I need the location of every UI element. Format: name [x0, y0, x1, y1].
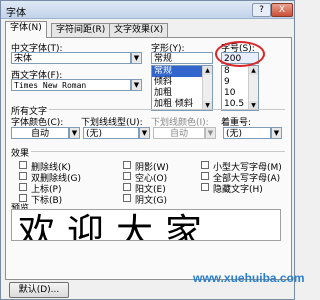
effects-heading: 效果 — [11, 149, 30, 159]
close-button[interactable]: X — [271, 3, 293, 17]
hidden-checkbox[interactable] — [201, 183, 209, 191]
help-button[interactable]: ? — [252, 3, 271, 17]
style-list[interactable]: 常规 倾斜 加粗 加粗 倾斜 ▲ ▼ — [151, 65, 213, 111]
shadow-checkbox[interactable] — [123, 161, 131, 169]
preview-text: 欢迎大家 — [18, 211, 214, 241]
chevron-down-icon[interactable]: ▼ — [131, 52, 142, 64]
style-field[interactable]: 常规 — [151, 52, 213, 64]
divider — [49, 109, 285, 110]
font-color-field[interactable]: 自动 — [11, 127, 69, 139]
preview-box: 欢迎大家 — [11, 209, 281, 241]
divider — [31, 151, 285, 152]
engrave-label: 阴文(G) — [135, 196, 167, 206]
superscript-checkbox[interactable] — [19, 183, 27, 191]
underline-style-field[interactable]: (无) — [83, 127, 139, 139]
underline-color-field: 自动 — [153, 127, 205, 139]
dialog-title: 字体 — [6, 8, 26, 19]
chevron-down-icon[interactable]: ▼ — [271, 127, 282, 139]
small-caps-checkbox[interactable] — [201, 161, 209, 169]
strikethrough-checkbox[interactable] — [19, 161, 27, 169]
chevron-down-icon[interactable]: ▼ — [131, 79, 142, 91]
outline-checkbox[interactable] — [123, 172, 131, 180]
emphasis-field[interactable]: (无) — [223, 127, 271, 139]
scroll-up-icon[interactable]: ▲ — [203, 66, 212, 75]
font-dialog: 字体 ? X 字体(N) 字符间距(R) 文字效果(X) 中文字体(T): 宋体… — [0, 0, 305, 300]
chinese-font-field[interactable]: 宋体 — [11, 52, 131, 64]
chevron-down-icon: ▼ — [205, 127, 216, 139]
default-button[interactable]: 默认(D)... — [9, 282, 69, 298]
watermark: www.xuehuiba.com — [193, 271, 305, 285]
emboss-checkbox[interactable] — [123, 183, 131, 191]
chevron-down-icon[interactable]: ▼ — [69, 127, 80, 139]
all-caps-checkbox[interactable] — [201, 172, 209, 180]
scroll-up-icon[interactable]: ▲ — [249, 66, 258, 75]
tab-character-spacing[interactable]: 字符间距(R) — [51, 23, 111, 37]
tab-text-effects[interactable]: 文字效果(X) — [109, 23, 169, 37]
scrollbar[interactable]: ▲ ▼ — [248, 66, 258, 110]
western-font-field[interactable]: Times New Roman — [11, 79, 131, 91]
chevron-down-icon[interactable]: ▼ — [139, 127, 150, 139]
hidden-label: 隐藏文字(H) — [213, 185, 263, 195]
title-bar: 字体 ? X — [1, 1, 294, 19]
size-list[interactable]: 8 9 10 10.5 ▲ ▼ — [221, 65, 259, 111]
double-strikethrough-checkbox[interactable] — [19, 172, 27, 180]
highlight-circle — [215, 41, 265, 67]
engrave-checkbox[interactable] — [123, 194, 131, 202]
subscript-label: 下标(B) — [31, 196, 63, 206]
scrollbar[interactable]: ▲ ▼ — [202, 66, 212, 110]
tab-font[interactable]: 字体(N) — [5, 21, 47, 38]
